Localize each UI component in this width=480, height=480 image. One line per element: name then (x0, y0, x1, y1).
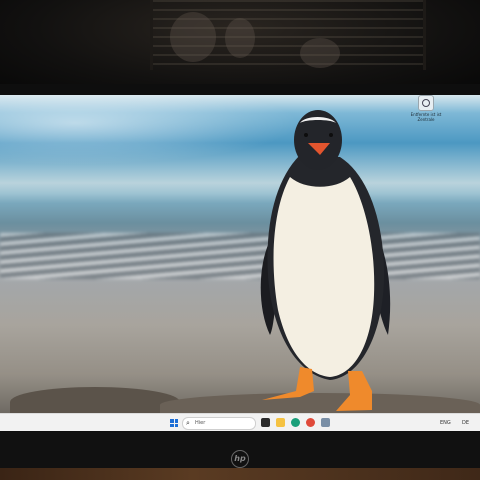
hp-logo: hp (231, 450, 249, 468)
chrome-icon[interactable] (306, 418, 315, 427)
tray-language[interactable]: ENG (440, 419, 451, 427)
penguin-image (260, 110, 391, 411)
task-view-icon[interactable] (261, 418, 270, 427)
settings-icon[interactable] (321, 418, 330, 427)
penguin-foot-left (262, 367, 314, 400)
penguin-eye-right (329, 133, 333, 137)
shelf-object (225, 18, 255, 58)
edge-browser-icon[interactable] (291, 418, 300, 427)
search-placeholder: Hier (195, 420, 206, 426)
monitor-screen: Entfernte ist ist Zentrale ⌕ Hier ENG DE (0, 95, 480, 431)
windows-logo-icon (174, 419, 178, 423)
file-explorer-icon[interactable] (276, 418, 285, 427)
windows-logo-icon (170, 423, 174, 427)
penguin-foot-right (336, 371, 372, 411)
penguin-eye-left (304, 133, 308, 137)
windows-logo-icon (174, 423, 178, 427)
taskbar: ⌕ Hier ENG DE (0, 413, 480, 431)
start-button[interactable] (170, 419, 178, 427)
shelf-object (170, 12, 216, 62)
desktop-shortcut[interactable]: Entfernte ist ist Zentrale (409, 95, 443, 122)
background-room (0, 0, 480, 95)
desk-surface (0, 468, 480, 480)
shelf-object (300, 38, 340, 68)
recycle-bin-icon (418, 95, 434, 111)
search-icon: ⌕ (186, 419, 190, 427)
photo-scene: Entfernte ist ist Zentrale ⌕ Hier ENG DE… (0, 0, 480, 480)
desktop-shortcut-label: Entfernte ist ist Zentrale (410, 112, 442, 122)
windows-logo-icon (170, 419, 174, 423)
tray-locale[interactable]: DE (462, 419, 469, 427)
taskbar-search-box[interactable]: ⌕ Hier (182, 417, 256, 430)
